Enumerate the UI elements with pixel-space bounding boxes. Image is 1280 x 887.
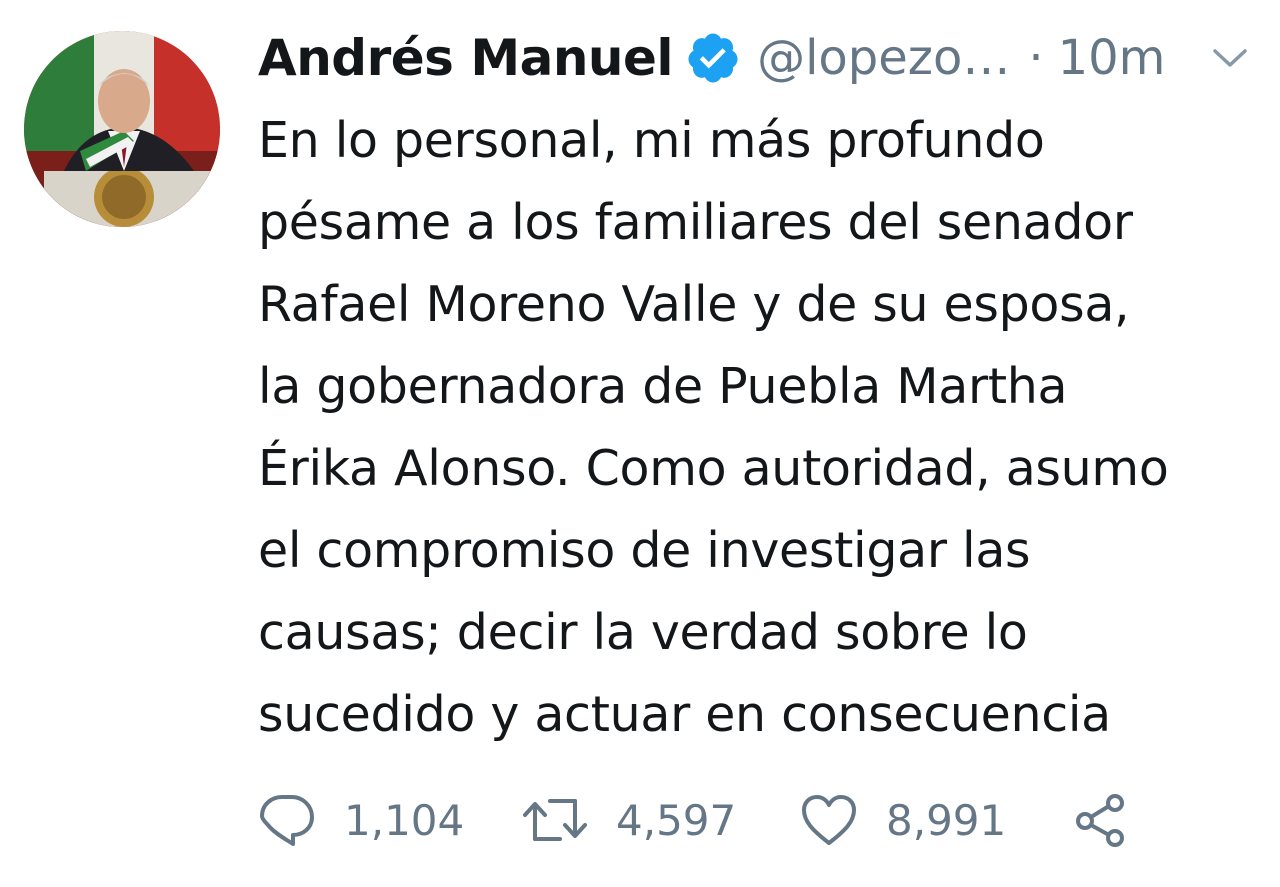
reply-button[interactable]: 1,104 <box>258 791 468 849</box>
tweet-text-line: sucedido y actuar en consecuencia <box>258 686 1111 743</box>
tweet-text-line: el compromiso de investigar las <box>258 522 1031 579</box>
tweet-actions: 1,104 4,597 8,991 <box>258 788 1158 852</box>
tweet-text-line: En lo personal, mi más profundo <box>258 112 1045 169</box>
like-button[interactable]: 8,991 <box>800 793 1066 847</box>
tweet-text-line: la gobernadora de Puebla Martha <box>258 358 1068 415</box>
reply-icon <box>258 791 316 849</box>
tweet-text: En lo personal, mi más profundo pésame a… <box>258 100 1248 756</box>
retweet-button[interactable]: 4,597 <box>522 791 792 849</box>
avatar-photo <box>24 31 220 227</box>
heart-icon <box>800 793 858 847</box>
verified-badge-icon <box>685 30 741 86</box>
avatar[interactable] <box>24 31 220 227</box>
chevron-down-icon[interactable] <box>1212 46 1248 70</box>
share-icon <box>1072 791 1130 849</box>
retweet-count: 4,597 <box>616 795 737 845</box>
tweet-text-line: Rafael Moreno Valle y de su esposa, <box>258 276 1130 333</box>
tweet-timestamp[interactable]: 10m <box>1058 30 1166 86</box>
tweet-text-line: Érika Alonso. Como autoridad, asumo <box>258 440 1169 497</box>
header-separator: · <box>1028 30 1044 86</box>
share-button[interactable] <box>1072 791 1130 849</box>
tweet-header: Andrés Manuel @lopezo… · 10m <box>258 20 1258 96</box>
tweet-text-line: pésame a los familiares del senador <box>258 194 1133 251</box>
author-name[interactable]: Andrés Manuel <box>258 29 674 87</box>
author-handle[interactable]: @lopezo… <box>757 30 1010 86</box>
tweet: Andrés Manuel @lopezo… · 10m En lo perso… <box>0 0 1280 887</box>
reply-count: 1,104 <box>344 795 465 845</box>
retweet-icon <box>522 791 588 849</box>
like-count: 8,991 <box>886 795 1007 845</box>
tweet-content: Andrés Manuel @lopezo… · 10m En lo perso… <box>258 20 1258 756</box>
tweet-text-line: causas; decir la verdad sobre lo <box>258 604 1028 661</box>
